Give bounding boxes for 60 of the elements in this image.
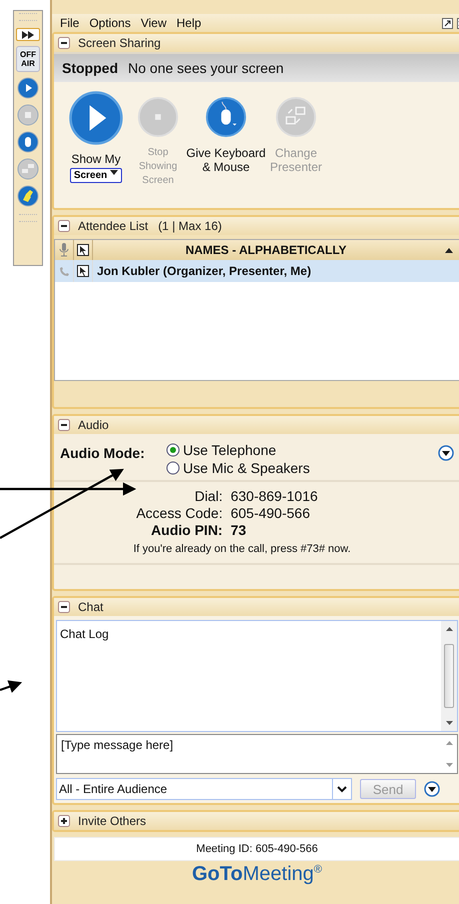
phone-icon [58,266,70,276]
button-label: Show My [71,152,121,166]
popout-icon[interactable] [442,18,453,28]
caret-icon [110,170,118,175]
audio-mode-label: Audio Mode: [60,445,146,461]
double-arrow-icon [21,30,35,38]
cursor-icon [77,244,89,256]
cursor-icon [77,265,89,277]
menu-item[interactable]: Help [176,16,202,30]
attendee-count: (1 | Max 16) [158,219,222,233]
menu-item[interactable]: Options [89,16,131,30]
meeting-id: Meeting ID: 605-490-566 [54,837,459,861]
play-icon[interactable] [17,77,39,99]
button-label: Change Presenter [268,146,324,174]
play-icon[interactable] [68,90,124,146]
highlighter-icon[interactable] [17,185,39,207]
info-label: Audio PIN: [150,522,223,538]
options-icon[interactable] [438,445,454,461]
annotation-arrow [0,680,22,693]
button-label: Give Keyboard & Mouse [186,146,266,174]
menu-item[interactable]: File [60,16,80,30]
collapse-icon[interactable] [58,419,70,431]
info-value: 73 [230,522,248,538]
screen-dropdown[interactable]: Screen [70,168,122,183]
mouse-icon[interactable] [205,96,247,138]
chevron-icon [337,786,347,792]
info-label: Dial: [194,488,223,504]
section-title: Attendee List [78,219,148,233]
section-title: Screen Sharing [78,36,161,50]
menu-item[interactable]: View [140,16,166,30]
off-air-button[interactable]: OFF AIR [16,46,40,72]
info-value: 605-490-566 [230,505,311,521]
section-title: Audio [78,418,109,432]
radio-option[interactable]: Use Mic & Speakers [166,460,438,476]
radio-option[interactable]: Use Telephone [166,442,438,458]
scroll-up-icon[interactable] [446,627,452,631]
attendee-row[interactable]: Jon Kubler (Organizer, Presenter, Me) [55,260,459,282]
sort-icon[interactable] [445,248,453,252]
info-value: 630-869-1016 [230,488,318,504]
recipient-select[interactable]: All - Entire Audience [56,778,352,800]
chat-log-text: Chat Log [59,626,110,643]
status-text: No one sees your screen [128,60,284,76]
scrollbar[interactable] [441,621,457,731]
options-icon[interactable] [424,781,440,797]
status-label: Stopped [62,60,118,76]
collapse-icon[interactable] [58,220,70,232]
section-title: Chat [78,600,104,614]
expand-button[interactable] [16,28,40,41]
attendee-name: Jon Kubler (Organizer, Presenter, Me) [96,264,312,278]
info-label: Access Code: [136,505,223,521]
section-title: Invite Others [78,814,146,828]
collapse-icon[interactable] [58,37,70,49]
audio-note: If you're already on the call, press #73# now. [133,543,351,555]
logo: GoToMeeting$^{®}$ [191,862,323,886]
expand-icon[interactable] [58,815,70,827]
mouse-icon[interactable] [17,131,39,153]
microphone-icon [59,243,69,257]
collapse-icon[interactable] [58,601,70,613]
button-label: Stop Showing Screen [138,146,178,188]
scroll-down-icon[interactable] [446,721,452,725]
